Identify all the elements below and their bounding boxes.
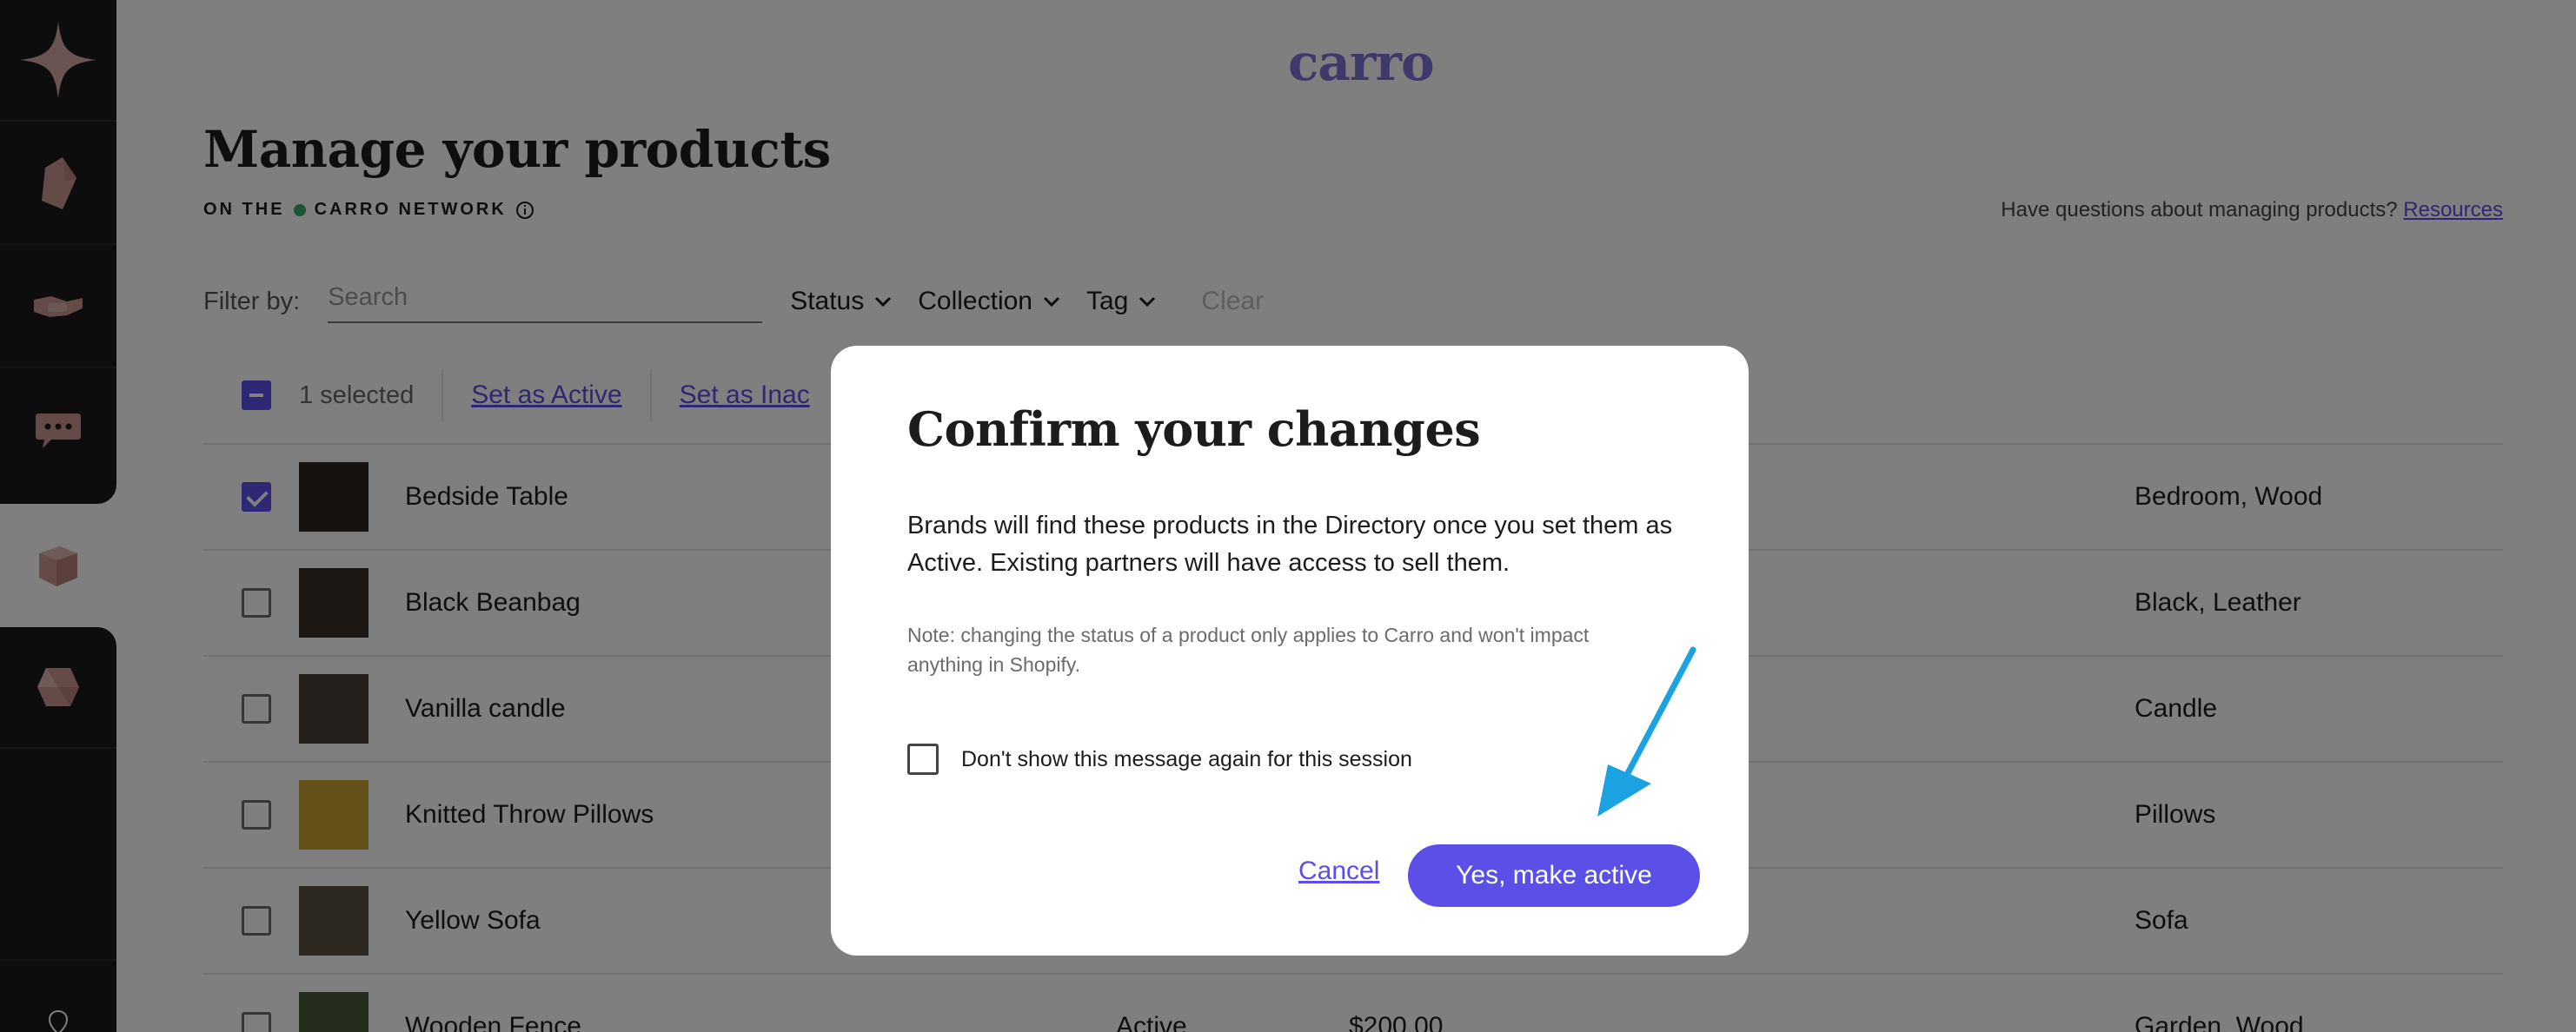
- dialog-body: Brands will find these products in the D…: [907, 512, 1673, 577]
- dont-show-again-checkbox[interactable]: [907, 744, 939, 775]
- dont-show-again-option[interactable]: Don't show this message again for this s…: [907, 744, 1412, 775]
- make-active-button[interactable]: Yes, make active: [1408, 844, 1700, 907]
- dont-show-again-label: Don't show this message again for this s…: [961, 746, 1412, 771]
- dialog-title: Confirm your changes: [907, 401, 1481, 457]
- annotation-arrow-icon: [1597, 646, 1696, 817]
- dialog-note: Note: changing the status of a product o…: [907, 624, 1590, 676]
- cancel-button[interactable]: Cancel: [1298, 857, 1379, 886]
